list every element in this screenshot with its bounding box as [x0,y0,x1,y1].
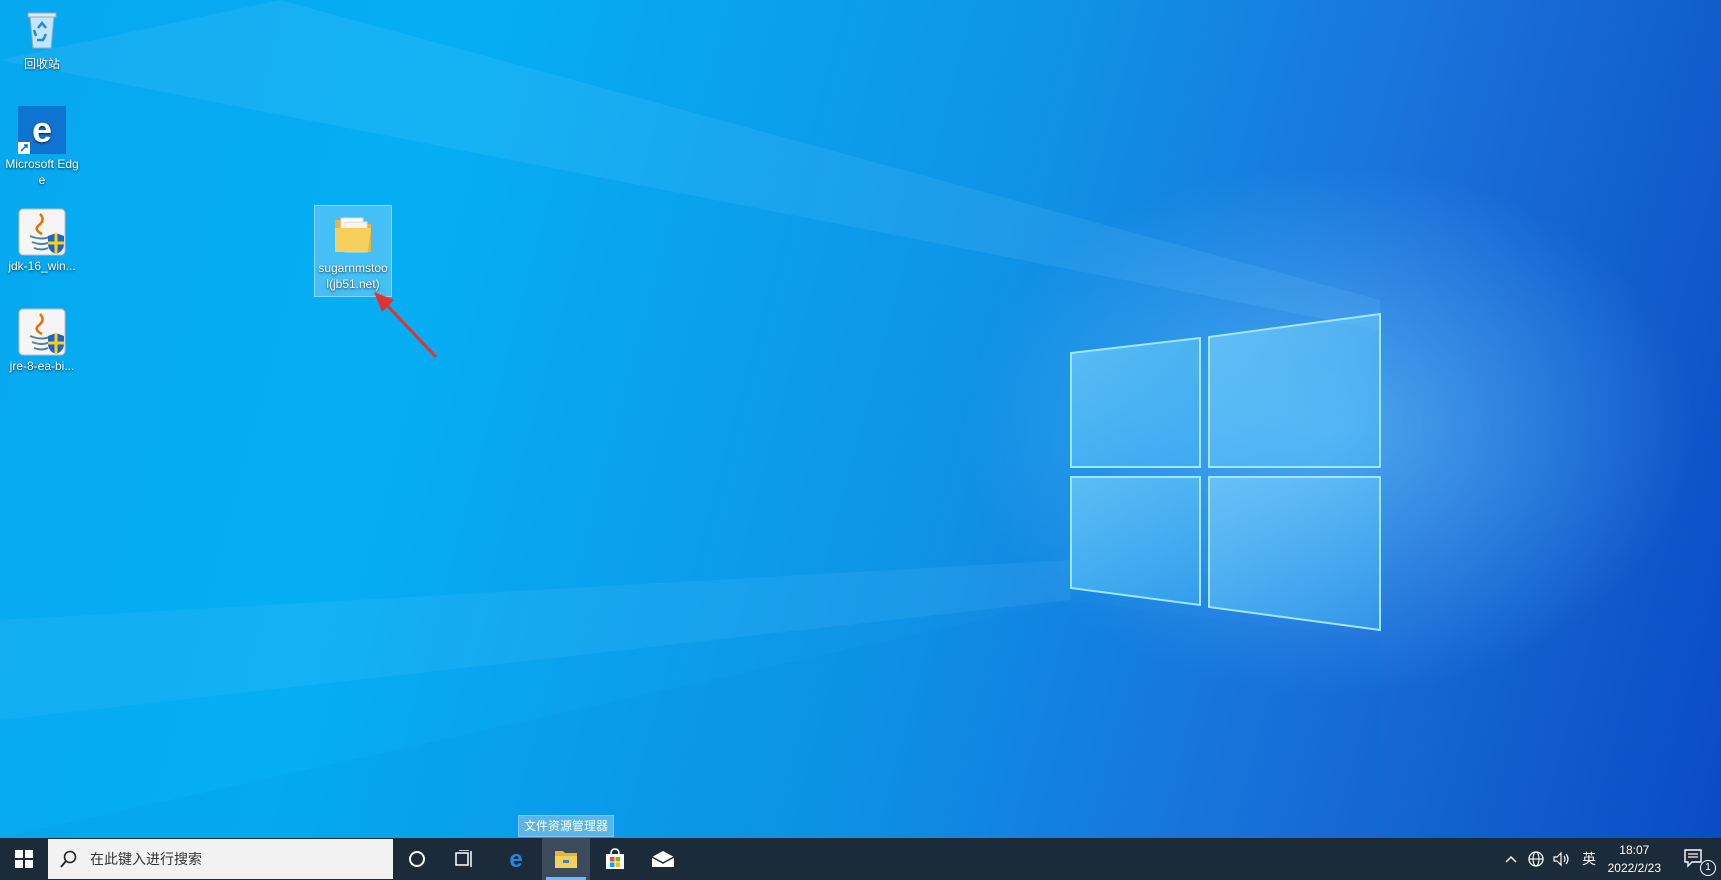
file-explorer-tooltip: 文件资源管理器 [518,815,615,837]
clock-time: 18:07 [1619,843,1650,857]
speaker-icon [1553,851,1569,867]
taskbar-store-button[interactable] [592,838,638,880]
globe-network-icon [1528,851,1544,867]
java-installer-icon [18,208,66,256]
desktop-icon-label: sugarnmstool(jb51.net) [318,261,388,291]
ime-indicator[interactable]: 英 [1576,838,1602,880]
edge-icon: e [18,106,66,154]
windows-start-icon [15,850,33,868]
desktop-icon-label: jdk-16_win... [8,259,76,273]
action-center-button[interactable]: 1 [1672,838,1718,880]
desktop-icon-jre-installer[interactable]: jre-8-ea-bi... [0,308,84,374]
start-button[interactable] [0,838,48,880]
svg-text:e: e [509,847,522,871]
cortana-circle-icon [409,851,425,867]
desktop-icon-jdk-installer[interactable]: jdk-16_win... [0,208,84,274]
desktop-icon-sugarnmstool-folder[interactable]: sugarnmstool(jb51.net) [314,205,392,297]
folder-icon [329,210,377,258]
desktop-icon-recycle-bin[interactable]: 回收站 [0,6,84,72]
taskbar-search-box[interactable] [48,839,393,879]
mail-icon [651,851,675,867]
show-hidden-icons-button[interactable] [1500,838,1522,880]
edge-icon: e [509,847,522,871]
volume-button[interactable] [1550,838,1574,880]
clock-date: 2022/2/23 [1607,861,1661,875]
task-view-icon [455,850,472,867]
desktop-icon-label: jre-8-ea-bi... [9,359,75,373]
notification-count-badge: 1 [1700,860,1716,876]
windows-logo-wallpaper [0,0,1381,838]
search-input[interactable] [88,850,372,868]
search-icon [60,850,77,868]
network-button[interactable] [1524,838,1548,880]
desktop-icon-label: 回收站 [23,57,60,71]
cortana-button[interactable] [396,838,438,880]
taskbar-edge-button[interactable]: e [494,838,538,880]
task-view-button[interactable] [444,838,486,880]
chevron-up-icon [1505,855,1517,863]
taskbar-clock[interactable]: 18:07 2022/2/23 [1608,841,1661,877]
taskbar: e [0,838,1721,880]
desktop-icon-label: Microsoft Edge [5,157,79,187]
java-installer-icon [18,308,66,356]
desktop-background[interactable]: 回收站 e Microsoft Edge jdk-16_win... jre-8… [0,0,1721,838]
folder-icon [555,851,577,868]
store-bag-icon [606,848,624,869]
taskbar-file-explorer-button[interactable] [542,838,590,880]
recycle-bin-icon [18,6,66,54]
svg-text:e: e [32,109,52,150]
taskbar-mail-button[interactable] [640,838,686,880]
desktop-icon-edge[interactable]: e Microsoft Edge [0,106,84,188]
annotation-arrow [374,292,438,359]
